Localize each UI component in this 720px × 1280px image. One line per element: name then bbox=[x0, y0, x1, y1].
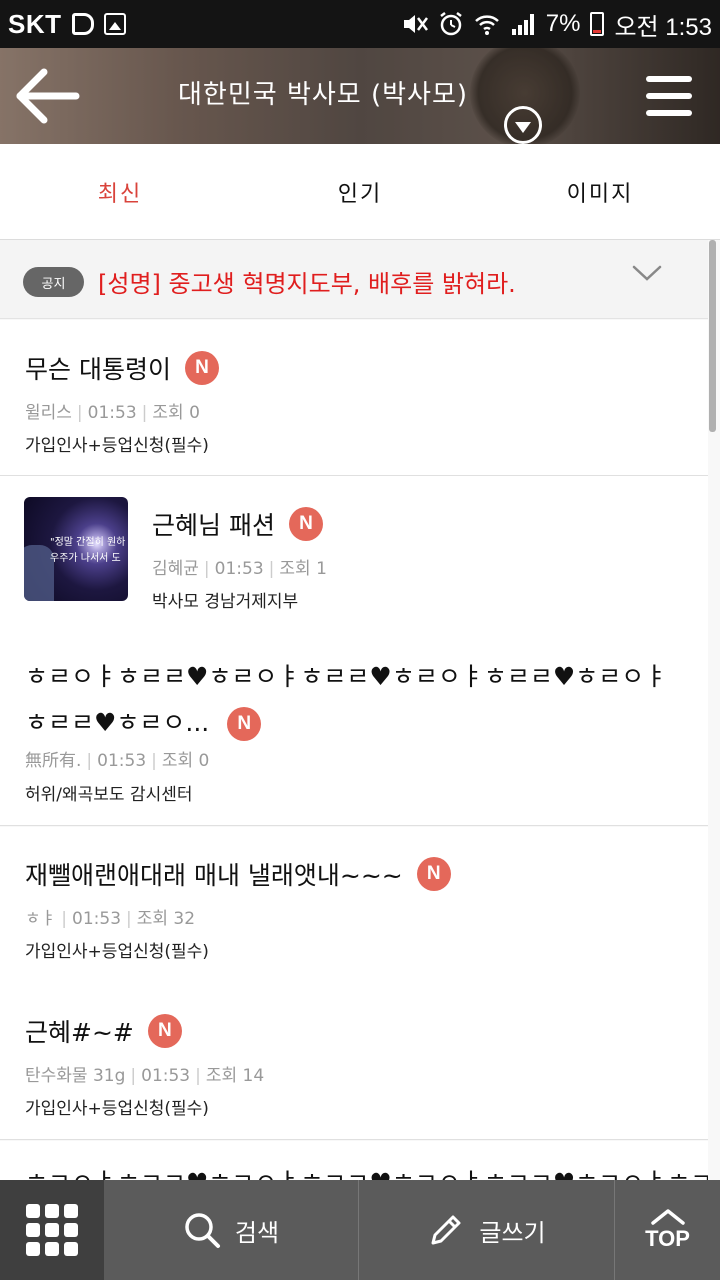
post-thumbnail: "정말 간절히 원하 우주가 나서서 도 bbox=[24, 497, 128, 601]
apps-grid-button[interactable] bbox=[0, 1180, 104, 1280]
cafe-dropdown-button[interactable] bbox=[504, 106, 542, 144]
post-meta: 김혜균 | 01:53 | 조회 1 bbox=[152, 559, 327, 579]
app-screen: SKT 7% 오전 1:53 대한민국 박사모 (박사모) 최신 인기 이미지 … bbox=[0, 0, 720, 1280]
post-item[interactable]: 재뺄애랜애대래 매내 낼래앳내~~~ N ㅎㅑ | 01:53 | 조회 32 가입인사… bbox=[0, 827, 708, 983]
notice-text[interactable]: [성명] 중고생 혁명지도부, 배후를 밝혀라. bbox=[98, 264, 516, 299]
app-header: 대한민국 박사모 (박사모) bbox=[0, 48, 720, 144]
post-board: 가입인사+등업신청(필수) bbox=[25, 436, 209, 456]
carrier-label: SKT bbox=[8, 8, 62, 39]
menu-bar bbox=[646, 110, 692, 116]
post-board: 가입인사+등업신청(필수) bbox=[25, 942, 209, 962]
tab-popular[interactable]: 인기 bbox=[240, 144, 480, 239]
post-title: 무슨 대통령이 N bbox=[25, 350, 219, 386]
back-button[interactable] bbox=[14, 62, 84, 130]
post-time: 01:53 bbox=[87, 403, 137, 423]
chevron-up-icon bbox=[650, 1209, 685, 1225]
menu-bar bbox=[646, 93, 692, 99]
post-time: 01:53 bbox=[141, 1066, 191, 1086]
tab-latest[interactable]: 최신 bbox=[0, 144, 240, 239]
post-item[interactable]: 근혜#~# N 탄수화물 31g | 01:53 | 조회 14 가입인사+등업신청(필… bbox=[0, 983, 708, 1140]
post-title: 근혜#~# N bbox=[25, 1013, 182, 1049]
post-time: 01:53 bbox=[214, 559, 264, 579]
post-author: ㅎㅑ bbox=[25, 909, 57, 929]
post-item[interactable]: "정말 간절히 원하 우주가 나서서 도 근혜님 패션 N 김혜균 | 01:53 |… bbox=[0, 476, 708, 626]
status-right: 7% 오전 1:53 bbox=[402, 7, 712, 42]
post-meta: ㅎㅑ | 01:53 | 조회 32 bbox=[25, 909, 196, 929]
clock: 오전 1:53 bbox=[614, 13, 712, 41]
pencil-icon bbox=[431, 1215, 461, 1245]
post-meta: 탄수화물 31g | 01:53 | 조회 14 bbox=[25, 1066, 265, 1086]
search-icon bbox=[185, 1213, 220, 1248]
post-author: 無所有. bbox=[25, 751, 82, 771]
post-time: 01:53 bbox=[72, 909, 122, 929]
status-bar: SKT 7% 오전 1:53 bbox=[0, 0, 720, 48]
post-author: 탄수화물 31g bbox=[25, 1066, 126, 1086]
post-title-text: ㅎㄹㅇㅑㅎㄹㄹ♥ㅎㄹㅇㅑㅎㄹㄹ♥ㅎㄹㅇㅑㅎㄹㄹ♥ㅎㄹㅇㅑㅎㄹ bbox=[25, 1163, 708, 1181]
post-views: 조회 1 bbox=[279, 559, 327, 579]
post-title-text: 무슨 대통령이 bbox=[25, 355, 171, 384]
chevron-down-icon[interactable] bbox=[632, 264, 662, 282]
post-title: ㅎㄹㅇㅑㅎㄹㄹ♥ㅎㄹㅇㅑㅎㄹㄹ♥ㅎㄹㅇㅑㅎㄹㄹ♥ㅎㄹㅇㅑㅎㄹㄹ♥ㅎㄹㅇ... N bbox=[25, 654, 685, 746]
grid-icon bbox=[26, 1204, 78, 1256]
mute-icon bbox=[403, 15, 428, 33]
notice-badge: 공지 bbox=[23, 267, 84, 297]
post-title-text: 재뺄애랜애대래 매내 낼래앳내~~~ bbox=[25, 861, 403, 890]
post-time: 01:53 bbox=[97, 751, 147, 771]
carrier-d-icon bbox=[71, 13, 94, 35]
post-title: 근혜님 패션 N bbox=[152, 506, 323, 542]
post-title: ㅎㄹㅇㅑㅎㄹㄹ♥ㅎㄹㅇㅑㅎㄹㄹ♥ㅎㄹㅇㅑㅎㄹㄹ♥ㅎㄹㅇㅑㅎㄹ bbox=[25, 1163, 708, 1181]
new-badge: N bbox=[147, 1014, 182, 1048]
post-meta: 無所有. | 01:53 | 조회 0 bbox=[25, 751, 210, 771]
write-label: 글쓰기 bbox=[479, 1218, 546, 1247]
status-left: SKT bbox=[8, 9, 126, 40]
post-meta: 윌리스 | 01:53 | 조회 0 bbox=[25, 403, 200, 423]
cafe-title[interactable]: 대한민국 박사모 (박사모) bbox=[178, 74, 468, 111]
post-board: 박사모 경남거제지부 bbox=[152, 592, 299, 612]
back-arrow-icon bbox=[16, 68, 80, 124]
post-author: 윌리스 bbox=[25, 403, 72, 423]
new-badge: N bbox=[184, 351, 219, 385]
post-item[interactable]: ㅎㄹㅇㅑㅎㄹㄹ♥ㅎㄹㅇㅑㅎㄹㄹ♥ㅎㄹㅇㅑㅎㄹㄹ♥ㅎㄹㅇㅑㅎㄹㄹ♥ㅎㄹㅇ... N… bbox=[0, 626, 708, 826]
new-badge: N bbox=[416, 857, 451, 891]
scroll-indicator bbox=[709, 240, 716, 432]
alarm-icon bbox=[440, 12, 462, 36]
menu-bar bbox=[646, 76, 692, 82]
battery-icon bbox=[590, 12, 605, 36]
post-views: 조회 0 bbox=[152, 403, 200, 423]
scroll-top-button[interactable]: TOP bbox=[614, 1180, 720, 1280]
post-title: 재뺄애랜애대래 매내 낼래앳내~~~ N bbox=[25, 856, 451, 892]
post-title-text: 근혜님 패션 bbox=[152, 511, 275, 540]
post-title-text: 근혜#~# bbox=[25, 1018, 134, 1047]
tab-bar: 최신 인기 이미지 bbox=[0, 144, 720, 240]
post-item[interactable]: ㅎㄹㅇㅑㅎㄹㄹ♥ㅎㄹㅇㅑㅎㄹㄹ♥ㅎㄹㅇㅑㅎㄹㄹ♥ㅎㄹㅇㅑㅎㄹ bbox=[0, 1141, 708, 1181]
tab-images[interactable]: 이미지 bbox=[480, 144, 720, 239]
search-button[interactable]: 검색 bbox=[104, 1180, 358, 1280]
image-notification-icon bbox=[103, 13, 126, 35]
post-board: 허위/왜곡보도 감시센터 bbox=[25, 785, 193, 805]
post-title-text: ㅎㄹㅇㅑㅎㄹㄹ♥ㅎㄹㅇㅑㅎㄹㄹ♥ㅎㄹㅇㅑㅎㄹㄹ♥ㅎㄹㅇㅑㅎㄹㄹ♥ㅎㄹㅇ... bbox=[25, 662, 668, 737]
post-views: 조회 0 bbox=[161, 751, 210, 771]
bottom-toolbar: 검색 글쓰기 TOP bbox=[0, 1180, 720, 1280]
new-badge: N bbox=[288, 507, 323, 541]
post-views: 조회 14 bbox=[205, 1066, 265, 1086]
hamburger-menu-button[interactable] bbox=[646, 76, 692, 116]
thumbnail-caption: "정말 간절히 원하 우주가 나서서 도 bbox=[50, 537, 126, 564]
post-board: 가입인사+등업신청(필수) bbox=[25, 1099, 209, 1119]
signal-icon bbox=[511, 14, 534, 35]
write-button[interactable]: 글쓰기 bbox=[358, 1180, 614, 1280]
top-label: TOP bbox=[645, 1226, 690, 1251]
search-label: 검색 bbox=[234, 1218, 280, 1247]
post-item[interactable]: 무슨 대통령이 N 윌리스 | 01:53 | 조회 0 가입인사+등업신청(필수) bbox=[0, 320, 708, 476]
battery-percent: 7% bbox=[545, 10, 581, 37]
post-views: 조회 32 bbox=[136, 909, 196, 929]
notice-banner[interactable]: 공지 [성명] 중고생 혁명지도부, 배후를 밝혀라. bbox=[0, 240, 708, 319]
new-badge: N bbox=[227, 707, 262, 741]
wifi-icon bbox=[474, 15, 499, 35]
post-author: 김혜균 bbox=[152, 559, 199, 579]
